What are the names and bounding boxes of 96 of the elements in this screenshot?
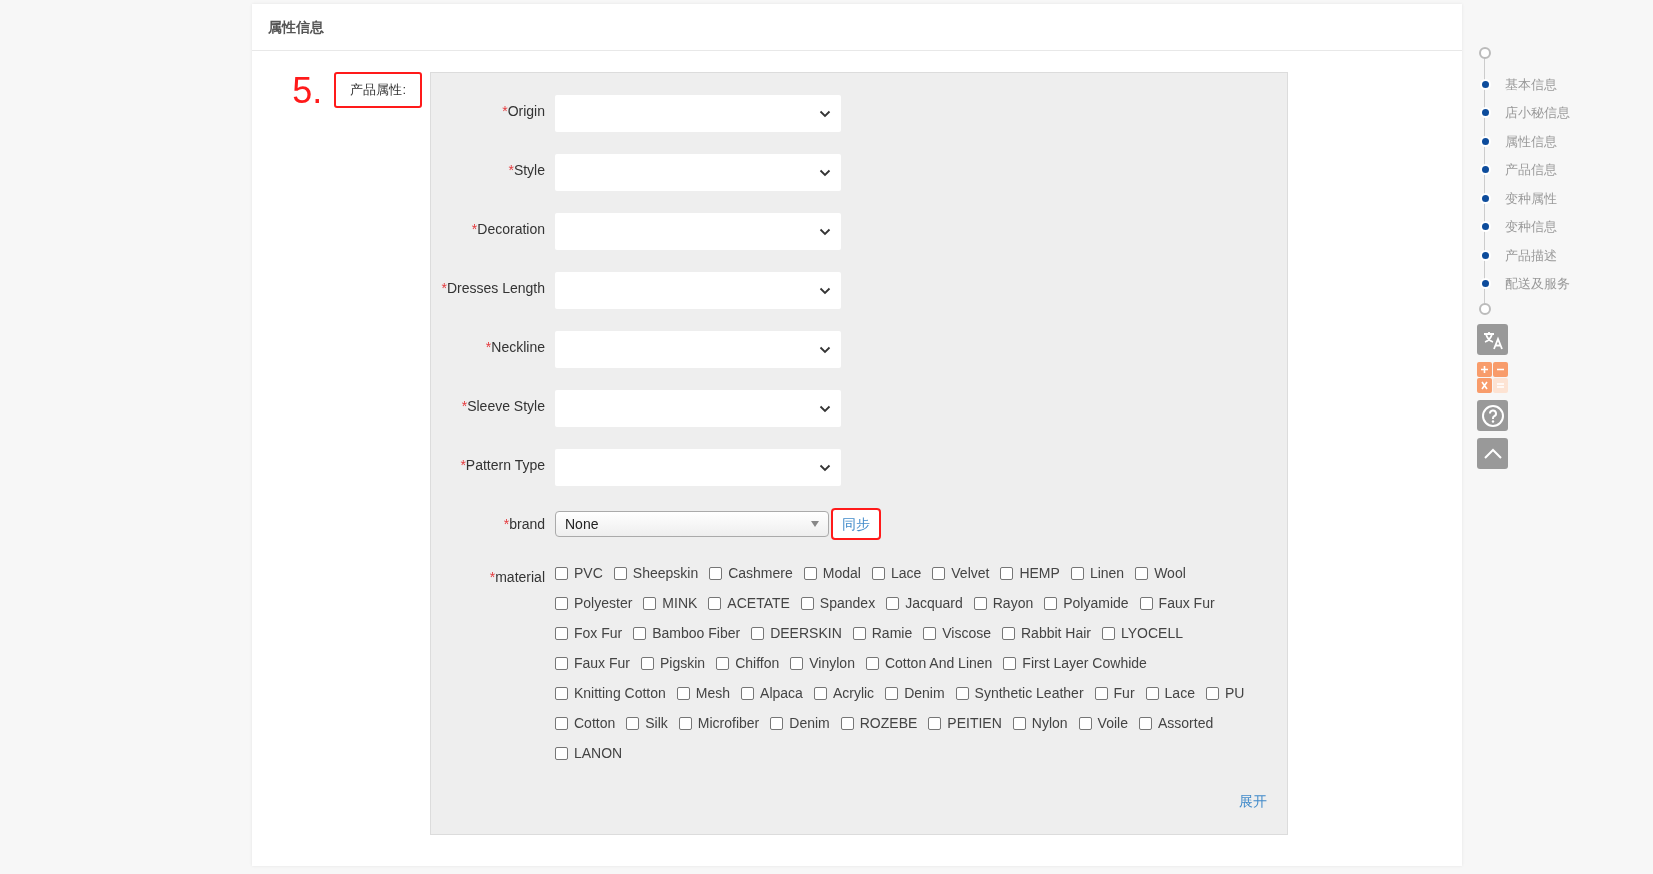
material-checkbox[interactable]: Faux Fur [1139,594,1215,613]
required-mark: * [508,162,514,178]
required-mark: * [460,457,466,473]
material-checkbox[interactable]: Lace [1145,684,1195,703]
chevron-down-icon [819,463,831,472]
field-label: Pattern Type [465,457,545,473]
material-checkbox[interactable]: Ramie [852,624,913,643]
material-checkbox[interactable]: Faux Fur [555,654,630,673]
field-label: Neckline [491,339,545,355]
material-checkbox[interactable]: Cotton And Linen [865,654,993,673]
nav-end-icon [1479,303,1491,315]
material-checkbox[interactable]: Modal [803,564,861,583]
chevron-down-icon [819,404,831,413]
material-checkbox[interactable]: Linen [1070,564,1125,583]
material-checkbox[interactable]: Acrylic [813,684,875,703]
field-label: Decoration [477,221,545,237]
translate-button[interactable] [1477,324,1508,355]
material-checkbox[interactable]: HEMP [1000,564,1060,583]
field-label: brand [509,515,545,532]
help-icon [1480,403,1505,428]
chevron-down-icon [819,227,831,236]
select-field[interactable] [555,154,841,191]
material-checkbox[interactable]: Velvet [932,564,990,583]
select-field[interactable] [555,272,841,309]
select-field[interactable] [555,213,841,250]
required-mark: * [502,103,508,119]
material-checkbox[interactable]: Viscose [923,624,991,643]
field-label: Sleeve Style [467,398,545,414]
material-checkbox[interactable]: Sheepskin [613,564,699,583]
material-checkbox[interactable]: Nylon [1012,714,1068,733]
material-checkbox[interactable]: Assorted [1138,714,1214,733]
chevron-down-icon [819,345,831,354]
required-mark: * [461,398,468,414]
brand-select[interactable]: None [555,511,829,537]
material-checkbox[interactable]: Wool [1135,564,1186,583]
required-mark: * [489,569,496,585]
material-checkbox[interactable]: Rabbit Hair [1002,624,1092,643]
material-checkbox[interactable]: Spandex [800,594,876,613]
field-label: Style [513,162,545,178]
material-checkbox[interactable]: Pigskin [641,654,706,673]
step-marker: 5. [292,73,323,109]
material-checkbox[interactable]: MINK [643,594,698,613]
material-checkbox[interactable]: Rayon [973,594,1034,613]
calculator-button[interactable] [1477,362,1508,393]
material-checkbox[interactable]: Silk [626,714,668,733]
material-checkbox[interactable]: Microfiber [678,714,760,733]
material-checkbox[interactable]: Denim [770,714,830,733]
select-field[interactable] [555,95,841,132]
material-checkbox[interactable]: PU [1205,684,1245,703]
field-label: material [495,569,545,585]
material-checkbox[interactable]: Chiffon [716,654,780,673]
chevron-down-icon [819,109,831,118]
material-checkbox[interactable]: Vinylon [790,654,855,673]
material-checkbox[interactable]: DEERSKIN [751,624,842,643]
required-mark: * [441,280,447,296]
material-checkbox[interactable]: ACETATE [708,594,790,613]
select-field[interactable] [555,449,841,486]
material-checkbox[interactable]: Knitting Cotton [555,684,666,703]
material-checkbox[interactable]: Lace [871,564,922,583]
required-mark: * [471,221,478,237]
chevron-down-icon [819,286,831,295]
field-label: Dresses Length [446,280,545,296]
sync-button[interactable]: 同步 [831,508,881,540]
material-checkbox[interactable]: Alpaca [741,684,803,703]
help-button[interactable] [1477,400,1508,431]
field-label: Origin [507,103,545,119]
select-field[interactable] [555,390,841,427]
material-checkbox[interactable]: Cashmere [709,564,793,583]
material-checkbox[interactable]: Synthetic Leather [955,684,1084,703]
material-checkbox[interactable]: LYOCELL [1102,624,1184,643]
chevron-down-icon [819,168,831,177]
material-checkbox[interactable]: Polyamide [1044,594,1129,613]
material-checkbox[interactable]: Bamboo Fiber [633,624,741,643]
calculator-icon [1477,362,1508,393]
material-checkbox[interactable]: First Layer Cowhide [1003,654,1147,673]
material-checkbox[interactable]: Denim [885,684,945,703]
material-checkbox[interactable]: Voile [1078,714,1128,733]
dropdown-arrow-icon [811,521,819,527]
material-checkbox[interactable]: Fur [1094,684,1135,703]
select-field[interactable] [555,331,841,368]
chevron-up-icon [1482,447,1503,460]
material-checkbox[interactable]: Mesh [676,684,731,703]
material-checkbox[interactable]: Fox Fur [555,624,623,643]
group-label: 产品属性: [334,72,422,108]
required-mark: * [503,515,510,532]
material-checkbox[interactable]: LANON [555,744,623,763]
required-mark: * [485,339,492,355]
section-title: 属性信息 [268,17,324,37]
material-checkbox[interactable]: PVC [555,564,603,583]
material-checkbox[interactable]: ROZEBE [840,714,918,733]
nav-start-icon [1479,47,1491,59]
material-checkbox[interactable]: Jacquard [886,594,963,613]
back-to-top-button[interactable] [1477,438,1508,469]
material-checkbox[interactable]: Polyester [555,594,633,613]
material-checkbox[interactable]: PEITIEN [928,714,1002,733]
material-checkbox[interactable]: Cotton [555,714,616,733]
